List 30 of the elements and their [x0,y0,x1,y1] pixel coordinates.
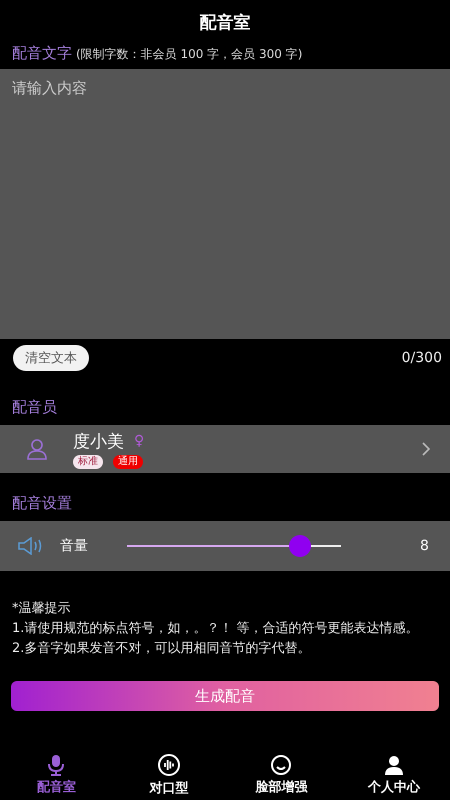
voice-tag: 通用 [113,454,143,468]
section-label: 配音设置 [12,494,72,512]
chevron-right-icon [422,442,430,456]
char-counter: 0/300 [402,350,442,366]
microphone-icon [46,754,66,776]
page-title: 配音室 [200,12,250,34]
voice-tag: 标准 [73,454,103,468]
limit-hint: (限制字数：非会员 100 字，会员 300 字) [76,46,302,63]
gender-symbol: ♀ [134,433,144,449]
tip-text: 2.多音字如果发音不对，可以用相同音节的字代替。 [12,640,312,658]
section-label: 配音文字 [12,44,72,63]
tab[interactable]: 个人中心 [338,750,450,800]
voice-card[interactable]: 度小美 ♀ 标准 通用 [0,425,450,473]
person-icon [382,754,405,776]
speaker-icon [18,537,44,555]
waveform-icon [156,753,181,777]
tip-text: *温馨提示 [12,600,72,618]
volume-value: 8 [420,538,429,554]
tab[interactable]: 对口型 [112,750,225,800]
voice-name: 度小美 [73,430,124,452]
tab[interactable]: 配音室 [0,750,112,800]
tab[interactable]: 脸部增强 [225,750,338,800]
clear-text-button[interactable]: 清空文本 [13,345,89,371]
text-input-field[interactable]: 请输入内容 [0,69,450,339]
person-icon [25,437,49,461]
volume-label: 音量 [60,537,89,555]
slider-thumb[interactable] [289,535,312,557]
section-label: 配音员 [12,398,57,416]
smiley-icon [270,754,292,776]
tip-text: 1.请使用规范的标点符号，如，。？！ 等，合适的符号更能表达情感。 [12,620,420,638]
